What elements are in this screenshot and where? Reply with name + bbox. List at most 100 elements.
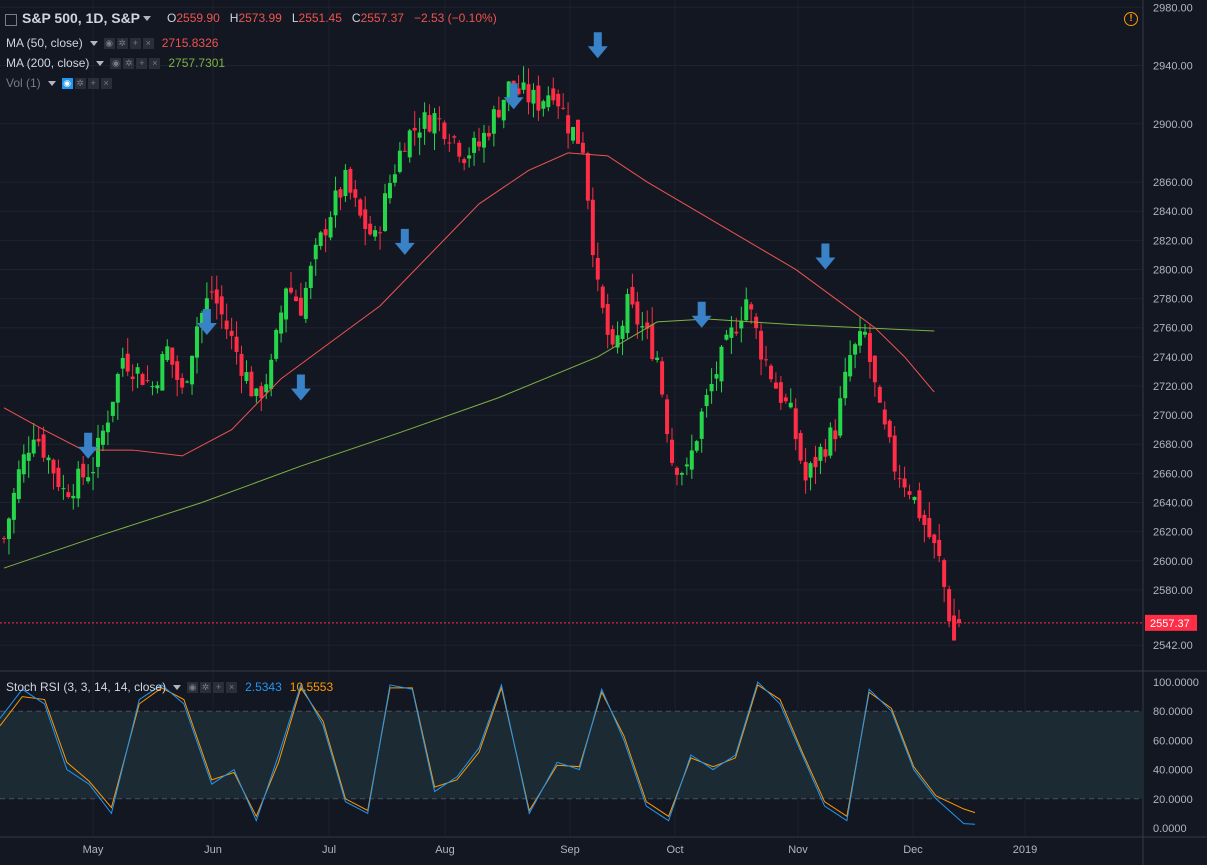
candle-body bbox=[343, 169, 348, 197]
candle-body bbox=[734, 331, 739, 334]
candle-body bbox=[872, 355, 877, 383]
collapse-icon[interactable] bbox=[5, 14, 17, 26]
candle-body bbox=[16, 469, 21, 500]
candle-body bbox=[541, 101, 546, 109]
candle-body bbox=[214, 289, 219, 304]
plus-icon[interactable]: + bbox=[136, 57, 148, 69]
candle-body bbox=[472, 137, 477, 153]
eye-icon[interactable]: ◉ bbox=[110, 57, 122, 69]
close-icon[interactable]: × bbox=[149, 57, 161, 69]
plus-icon[interactable]: + bbox=[213, 681, 225, 693]
candle-body bbox=[635, 301, 640, 325]
gear-icon[interactable]: ✲ bbox=[116, 37, 128, 49]
candle-body bbox=[521, 82, 526, 90]
candle-body bbox=[234, 336, 239, 352]
y-tick-label: 2720.00 bbox=[1153, 381, 1193, 393]
plus-icon[interactable]: + bbox=[87, 77, 99, 89]
y-tick-label: 2740.00 bbox=[1153, 352, 1193, 364]
stoch-k-value: 2.5343 bbox=[245, 680, 282, 694]
candle-body bbox=[739, 320, 744, 329]
candle-body bbox=[190, 355, 195, 385]
candle-body bbox=[437, 118, 442, 120]
candle-body bbox=[798, 432, 803, 461]
y-tick-label: 2780.00 bbox=[1153, 294, 1193, 306]
ma200-legend[interactable]: MA (200, close) ◉ ✲ + × 2757.7301 bbox=[6, 56, 225, 70]
candle-body bbox=[303, 287, 308, 319]
x-tick-label: Sep bbox=[560, 844, 580, 856]
eye-icon[interactable]: ◉ bbox=[103, 37, 115, 49]
y-tick-label: 2940.00 bbox=[1153, 61, 1193, 73]
chevron-down-icon[interactable] bbox=[143, 15, 152, 21]
candle-body bbox=[694, 441, 699, 451]
stoch-band-fill bbox=[0, 711, 1143, 799]
plus-icon[interactable]: + bbox=[129, 37, 141, 49]
x-tick-label: Dec bbox=[903, 844, 923, 856]
candle-body bbox=[813, 456, 818, 468]
candle-body bbox=[486, 132, 491, 137]
candle-body bbox=[917, 490, 922, 519]
candle-body bbox=[170, 347, 175, 365]
vol-legend[interactable]: Vol (1) ◉ ✲ + × bbox=[6, 76, 114, 90]
eye-icon[interactable]: ◉ bbox=[187, 681, 199, 693]
chevron-down-icon[interactable] bbox=[173, 684, 182, 690]
close-icon[interactable]: × bbox=[100, 77, 112, 89]
candle-body bbox=[828, 427, 833, 456]
candle-body bbox=[803, 461, 808, 481]
candle-body bbox=[699, 411, 704, 439]
candle-body bbox=[536, 85, 541, 111]
chevron-down-icon[interactable] bbox=[47, 80, 56, 86]
x-tick-label: Aug bbox=[435, 844, 455, 856]
candle-body bbox=[86, 477, 91, 482]
candle-body bbox=[348, 168, 353, 193]
price-chart[interactable]: 2542.00 2580.00 2600.00 2620.00 2640.00 2660.… bbox=[0, 0, 1207, 865]
chevron-down-icon[interactable] bbox=[89, 40, 98, 46]
y-tick-label: 2620.00 bbox=[1153, 527, 1193, 539]
candle-body bbox=[378, 232, 383, 234]
stoch-y-tick-label: 40.0000 bbox=[1153, 765, 1193, 777]
candle-body bbox=[783, 397, 788, 402]
symbol-title[interactable]: S&P 500, 1D, S&P bbox=[22, 10, 140, 26]
candle-body bbox=[269, 359, 274, 389]
candle-body bbox=[625, 294, 630, 334]
candle-body bbox=[328, 217, 333, 238]
eye-icon[interactable]: ◉ bbox=[61, 77, 73, 89]
chevron-down-icon[interactable] bbox=[96, 60, 105, 66]
x-tick-label: Oct bbox=[666, 844, 683, 856]
y-tick-label: 2840.00 bbox=[1153, 206, 1193, 218]
gear-icon[interactable]: ✲ bbox=[74, 77, 86, 89]
candle-body bbox=[383, 193, 388, 232]
candle-body bbox=[843, 371, 848, 399]
x-tick-label: 2019 bbox=[1013, 844, 1037, 856]
candle-body bbox=[284, 288, 289, 320]
candle-body bbox=[229, 330, 234, 336]
candle-body bbox=[481, 132, 486, 148]
candle-body bbox=[897, 478, 902, 480]
candle-body bbox=[412, 127, 417, 131]
y-tick-label: 2660.00 bbox=[1153, 468, 1193, 480]
candle-body bbox=[194, 326, 199, 358]
y-tick-label: 2860.00 bbox=[1153, 177, 1193, 189]
candle-body bbox=[580, 142, 585, 153]
ma50-value: 2715.8326 bbox=[161, 36, 219, 50]
candle-body bbox=[729, 327, 734, 338]
candle-body bbox=[323, 229, 328, 236]
candle-body bbox=[130, 376, 135, 380]
candle-body bbox=[595, 257, 600, 280]
candle-body bbox=[36, 438, 41, 442]
candle-body bbox=[952, 615, 957, 641]
candle-body bbox=[274, 330, 279, 359]
close-icon[interactable]: × bbox=[226, 681, 238, 693]
candle-body bbox=[749, 304, 754, 310]
stoch-rsi-legend[interactable]: Stoch RSI (3, 3, 14, 14, close) ◉ ✲ + × 2.5… bbox=[6, 680, 333, 694]
gear-icon[interactable]: ✲ bbox=[123, 57, 135, 69]
change-value: −2.53 (−0.10%) bbox=[413, 11, 497, 25]
candle-body bbox=[877, 386, 882, 403]
y-tick-label: 2900.00 bbox=[1153, 119, 1193, 131]
x-tick-label: Nov bbox=[788, 844, 808, 856]
candle-body bbox=[610, 329, 615, 345]
ma50-legend[interactable]: MA (50, close) ◉ ✲ + × 2715.8326 bbox=[6, 36, 218, 50]
candle-body bbox=[892, 435, 897, 472]
chart-warning-icon[interactable]: ! bbox=[1124, 12, 1138, 26]
close-icon[interactable]: × bbox=[142, 37, 154, 49]
gear-icon[interactable]: ✲ bbox=[200, 681, 212, 693]
